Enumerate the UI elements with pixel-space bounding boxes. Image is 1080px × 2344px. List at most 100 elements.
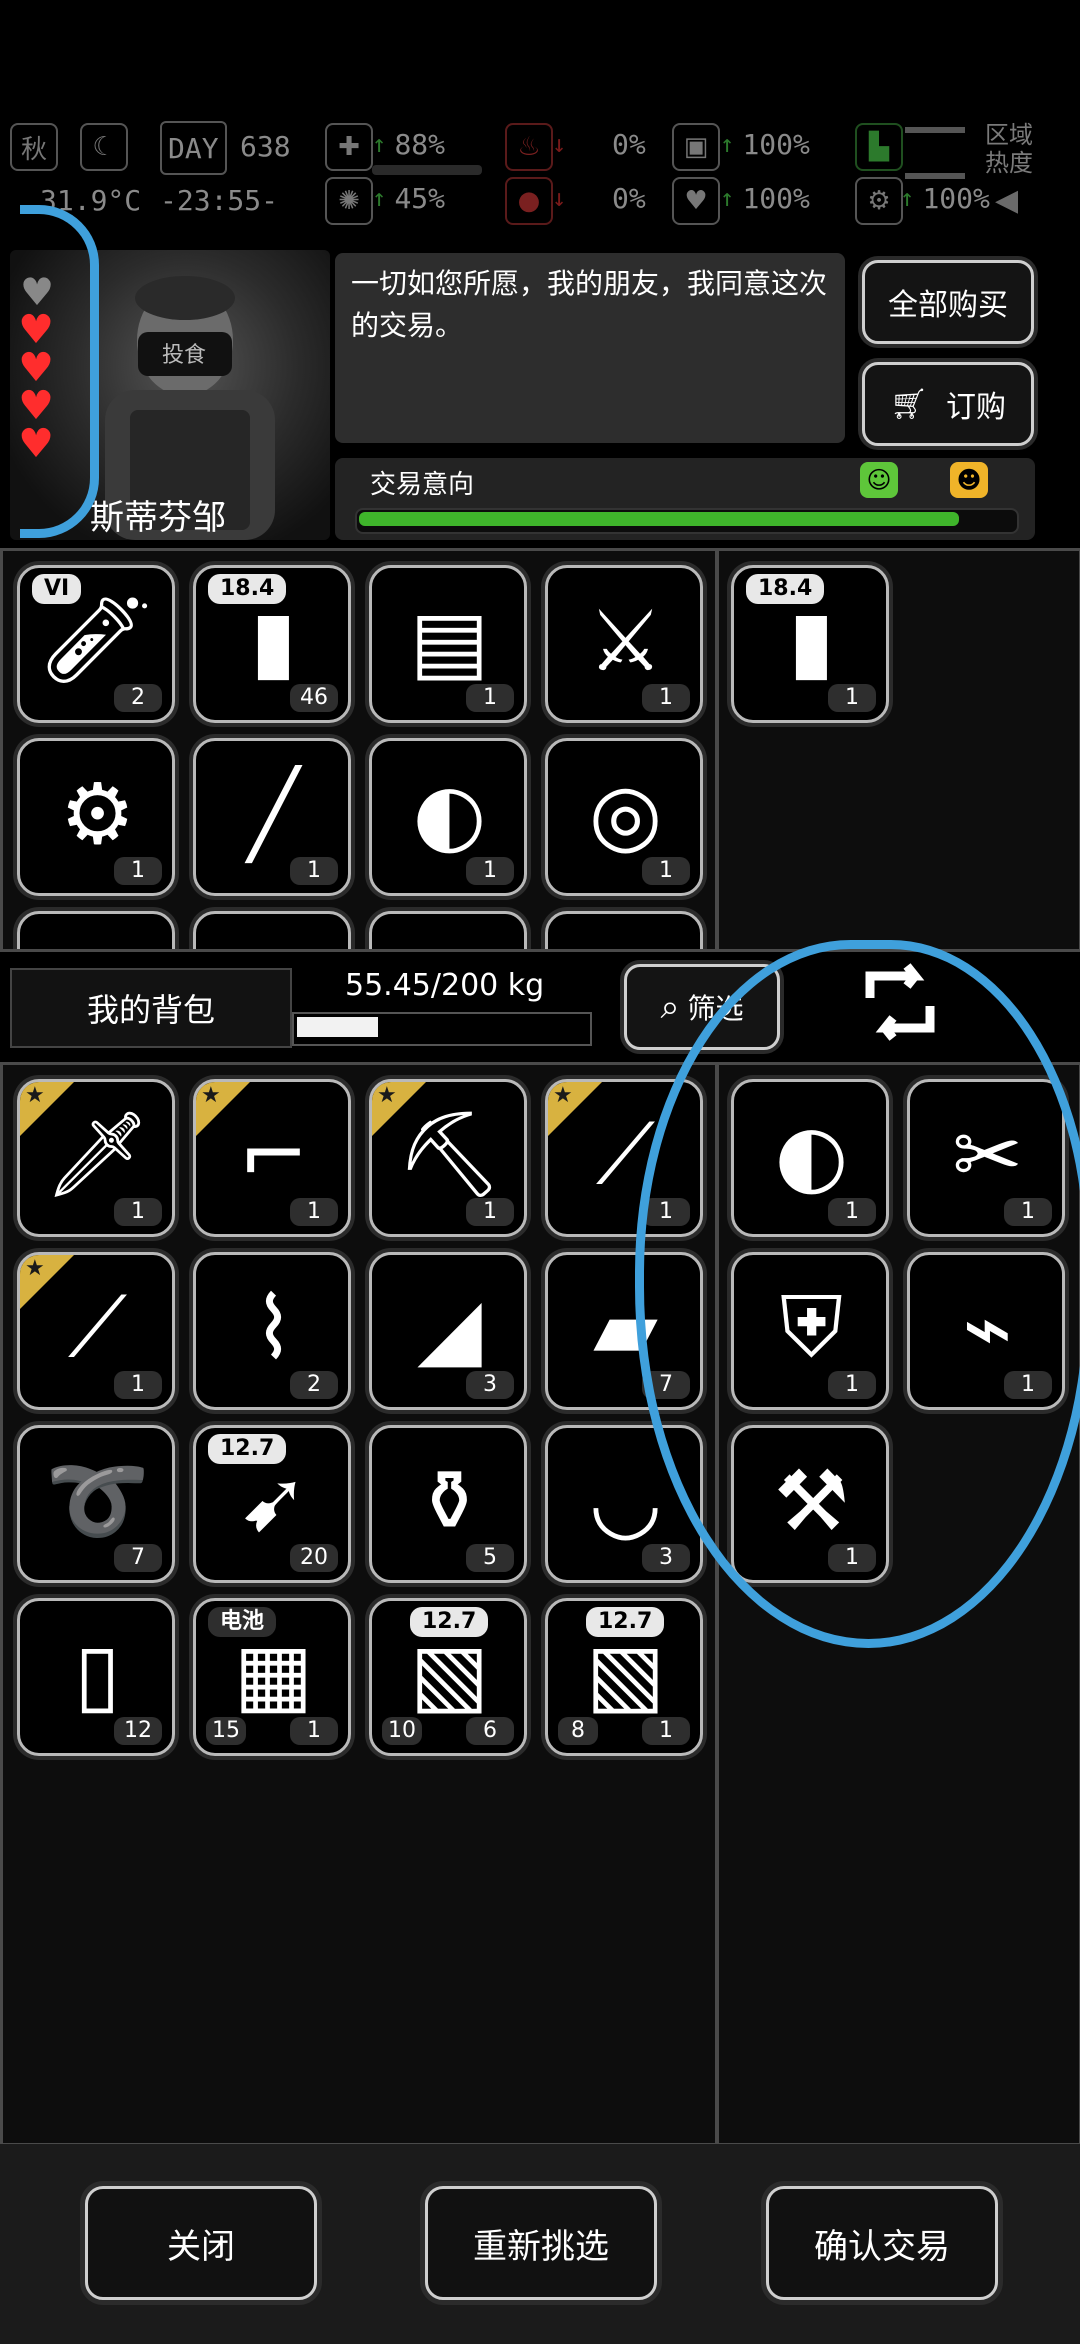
item-tag: 电池 bbox=[208, 1607, 277, 1637]
inventory-slot[interactable]: ➰ 7 bbox=[17, 1425, 175, 1583]
inventory-slot[interactable]: ▧ 12.7 8 1 bbox=[545, 1598, 703, 1756]
inventory-slot[interactable]: ▦ 电池 15 1 bbox=[193, 1598, 351, 1756]
buy-all-button[interactable]: 全部购买 bbox=[862, 260, 1034, 344]
item-count: 1 bbox=[290, 1198, 338, 1226]
inventory-slot[interactable]: ⚙ 1 bbox=[17, 738, 175, 896]
mood-value: 45% bbox=[394, 181, 446, 215]
trade-intent-fill bbox=[359, 512, 959, 526]
close-label: 关闭 bbox=[167, 2226, 235, 2267]
reselect-label: 重新挑选 bbox=[473, 2226, 609, 2267]
trade-intent-panel: 交易意向 ☺ ☻ bbox=[335, 458, 1035, 540]
heart-value: 100% bbox=[742, 181, 810, 215]
inventory-slot[interactable] bbox=[369, 911, 527, 949]
medkit-icon: ✚ bbox=[325, 123, 373, 171]
close-button[interactable]: 关闭 bbox=[85, 2186, 317, 2300]
brain-icon: ✺ bbox=[325, 177, 373, 225]
moon-icon: ☾ bbox=[80, 123, 128, 171]
confirm-trade-button[interactable]: 确认交易 bbox=[766, 2186, 998, 2300]
item-tag: 12.7 bbox=[208, 1434, 287, 1464]
svg-text:投食: 投食 bbox=[162, 343, 206, 368]
inventory-slot[interactable] bbox=[545, 911, 703, 949]
inventory-slot[interactable]: ➹ 12.7 20 bbox=[193, 1425, 351, 1583]
gear-icon: ⚙ bbox=[855, 177, 903, 225]
favorite-star-icon: ★ bbox=[372, 1082, 429, 1139]
item-count: 20 bbox=[290, 1544, 338, 1572]
bandage-icon: ⌇ bbox=[252, 1278, 294, 1377]
weight-bar bbox=[292, 1012, 592, 1046]
load-value: 100% bbox=[742, 127, 810, 161]
stomach-icon: ♨ bbox=[505, 123, 553, 171]
item-count: 2 bbox=[114, 684, 162, 712]
inventory-slot[interactable]: ◎ 1 bbox=[545, 738, 703, 896]
day-value: 638 bbox=[240, 129, 291, 163]
cloth-icon: ◢ bbox=[417, 1278, 482, 1377]
item-count: 1 bbox=[642, 1717, 690, 1745]
favorite-star-icon: ★ bbox=[20, 1082, 77, 1139]
boot-icon: ▙ bbox=[855, 123, 903, 171]
item-tag: 12.7 bbox=[410, 1607, 489, 1637]
player-inventory-panel: 🗡︎ ★ 1 ⌐ ★ 1 ⛏ ★ 1 ⟋ ★ 1 ⟋ ★ 1 ⌇ 2 ◢ 3 ▰ 7 ➰ 7 ➹ 12.7 20 ⚱ 5 ◡ 3 ▯ 12 ▦ 电… bbox=[0, 1062, 718, 2146]
up-arrow-icon: ↑ bbox=[372, 130, 387, 158]
trader-inventory-panel: 🧪︎ VI 2 ▮ 18.4 46 ▤ 1 ⚔ 1 ⚙ 1 ╱ 1 ◐ 1 ◎ 1 bbox=[0, 548, 718, 952]
trader-name: 斯蒂芬邹 bbox=[90, 498, 226, 538]
inventory-slot[interactable]: 🗡︎ ★ 1 bbox=[17, 1079, 175, 1237]
item-count: 3 bbox=[466, 1371, 514, 1399]
inventory-slot[interactable]: ⚔ 1 bbox=[545, 565, 703, 723]
cart-icon: 🛒︎ bbox=[889, 386, 929, 422]
season-badge: 秋 bbox=[10, 123, 58, 171]
item-count: 1 bbox=[290, 857, 338, 885]
weight-fill bbox=[297, 1017, 378, 1037]
helmet-icon: ◐ bbox=[412, 764, 487, 863]
favorite-star-icon: ★ bbox=[196, 1082, 253, 1139]
item-count: 7 bbox=[114, 1544, 162, 1572]
inventory-slot[interactable]: ⛏ ★ 1 bbox=[369, 1079, 527, 1237]
item-count: 1 bbox=[466, 1198, 514, 1226]
up-arrow-icon: ↑ bbox=[372, 184, 387, 212]
inventory-slot[interactable]: 🧪︎ VI 2 bbox=[17, 565, 175, 723]
item-count: 12 bbox=[114, 1717, 162, 1745]
inventory-slot[interactable]: ⌐ ★ 1 bbox=[193, 1079, 351, 1237]
item-count: 5 bbox=[466, 1544, 514, 1572]
inventory-slot[interactable] bbox=[17, 911, 175, 949]
inventory-slot[interactable]: ▧ 12.7 10 6 bbox=[369, 1598, 527, 1756]
item-count: 1 bbox=[114, 1198, 162, 1226]
inventory-slot[interactable] bbox=[193, 911, 351, 949]
buy-all-label: 全部购买 bbox=[888, 288, 1008, 323]
trade-intent-label: 交易意向 bbox=[370, 470, 475, 500]
confirm-label: 确认交易 bbox=[814, 2226, 950, 2267]
blood-value: 0% bbox=[612, 181, 646, 215]
day-label: DAY bbox=[160, 121, 227, 175]
endurance-value: 100% bbox=[922, 181, 990, 215]
annotation-bracket bbox=[20, 205, 99, 538]
order-button[interactable]: 🛒︎ 订购 bbox=[862, 362, 1034, 446]
reselect-button[interactable]: 重新挑选 bbox=[425, 2186, 657, 2300]
speaker-icon[interactable]: ◀ bbox=[995, 183, 1018, 218]
engine-icon: ⚙ bbox=[59, 764, 136, 863]
inventory-slot[interactable]: ◢ 3 bbox=[369, 1252, 527, 1410]
inventory-slot[interactable]: ▯ 12 bbox=[17, 1598, 175, 1756]
health-value: 88% bbox=[394, 127, 446, 161]
favorite-star-icon: ★ bbox=[548, 1082, 605, 1139]
inventory-slot[interactable]: ▤ 1 bbox=[369, 565, 527, 723]
inventory-slot[interactable]: ▮ 18.4 46 bbox=[193, 565, 351, 723]
zone-heat-label: 区域 热度 bbox=[985, 121, 1033, 177]
magnifier-icon: ⌕ bbox=[660, 987, 680, 1027]
clock-readout: -23:55- bbox=[160, 183, 279, 217]
item-count: 1 bbox=[466, 857, 514, 885]
trader-dialogue: 一切如您所愿，我的朋友，我同意这次的交易。 bbox=[335, 253, 845, 443]
order-label: 订购 bbox=[946, 390, 1007, 425]
trader-offer-panel: ▮ 18.4 1 bbox=[716, 548, 1080, 952]
inventory-slot[interactable]: ▮ 18.4 1 bbox=[731, 565, 889, 723]
inventory-slot[interactable]: ⟋ ★ 1 bbox=[17, 1252, 175, 1410]
item-tag: 18.4 bbox=[746, 574, 825, 604]
bag-weight: 55.45/200 kg bbox=[345, 968, 545, 1003]
backpack-icon: ▣ bbox=[672, 123, 720, 171]
item-count: 1 bbox=[290, 1717, 338, 1745]
item-count: 3 bbox=[642, 1544, 690, 1572]
heart-status-icon: ♥ bbox=[672, 177, 720, 225]
inventory-slot[interactable]: ◐ 1 bbox=[369, 738, 527, 896]
inventory-slot[interactable]: ╱ 1 bbox=[193, 738, 351, 896]
blood-drop-icon: ● bbox=[505, 177, 553, 225]
inventory-slot[interactable]: ⚱ 5 bbox=[369, 1425, 527, 1583]
inventory-slot[interactable]: ⌇ 2 bbox=[193, 1252, 351, 1410]
